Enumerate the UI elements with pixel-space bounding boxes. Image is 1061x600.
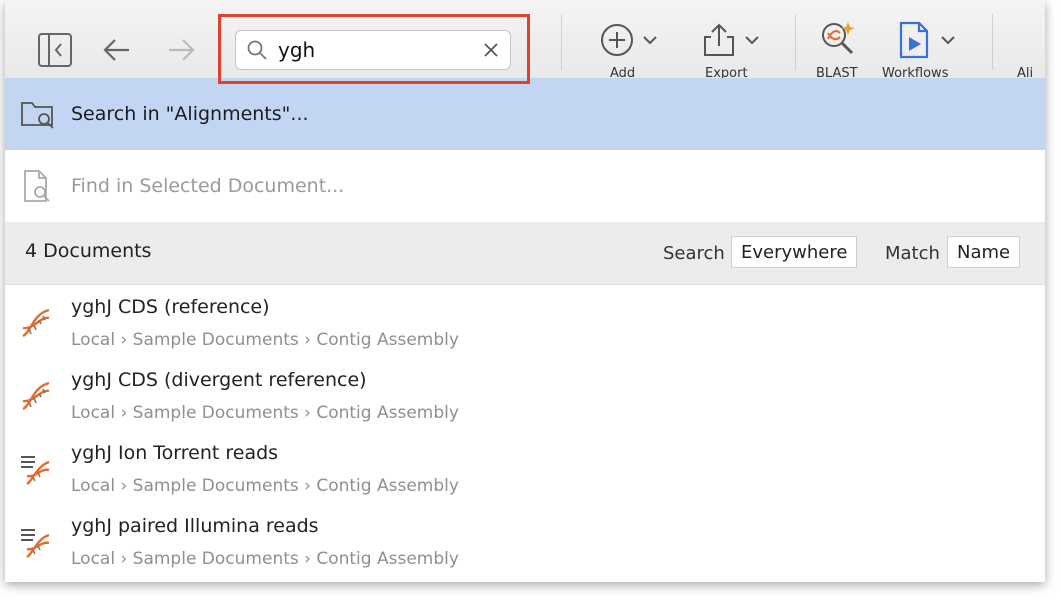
chevron-down-icon xyxy=(745,36,759,45)
forward-button[interactable] xyxy=(163,32,199,68)
chevron-down-icon xyxy=(941,36,955,45)
toolbar-separator xyxy=(561,14,562,70)
results-header: 4 Documents Search Everywhere Match Name xyxy=(5,222,1045,285)
result-item[interactable]: yghJ CDS (divergent reference) Local › S… xyxy=(5,359,1045,432)
arrow-right-icon xyxy=(169,39,195,61)
sequence-list-icon xyxy=(19,452,53,490)
blast-button[interactable] xyxy=(813,16,863,62)
search-in-alignments-option[interactable]: Search in "Alignments"... xyxy=(5,78,1045,150)
toolbar-separator xyxy=(992,14,993,70)
arrow-left-icon xyxy=(103,39,129,61)
result-name: yghJ Ion Torrent reads xyxy=(71,442,279,464)
search-scope-label: Search xyxy=(663,243,725,264)
result-name: yghJ CDS (reference) xyxy=(71,296,270,318)
toolbar-separator xyxy=(795,14,796,70)
search-in-alignments-label: Search in "Alignments"... xyxy=(71,103,309,125)
find-in-selected-document-label: Find in Selected Document... xyxy=(71,175,345,197)
match-label: Match xyxy=(885,243,940,264)
result-path: Local › Sample Documents › Contig Assemb… xyxy=(71,476,459,496)
share-upload-icon xyxy=(704,23,734,56)
app-window: Add Export BLAST xyxy=(5,0,1045,582)
match-dropdown[interactable]: Name xyxy=(947,236,1021,268)
result-name: yghJ CDS (divergent reference) xyxy=(71,369,367,391)
chevron-down-icon xyxy=(643,36,657,45)
result-item[interactable]: yghJ paired Illumina reads Local › Sampl… xyxy=(5,505,1045,578)
add-button[interactable] xyxy=(589,18,669,62)
result-item[interactable]: yghJ CDS (reference) Local › Sample Docu… xyxy=(5,286,1045,359)
workflow-document-icon xyxy=(899,21,929,59)
sequence-list-icon xyxy=(19,525,53,563)
plus-circle-icon xyxy=(601,24,633,56)
result-path: Local › Sample Documents › Contig Assemb… xyxy=(71,330,459,350)
result-item[interactable]: yghJ Ion Torrent reads Local › Sample Do… xyxy=(5,432,1045,505)
document-search-icon xyxy=(19,168,59,204)
dna-sequence-icon xyxy=(19,306,53,344)
back-button[interactable] xyxy=(99,32,135,68)
search-scope-dropdown[interactable]: Everywhere xyxy=(731,236,858,268)
blast-search-icon xyxy=(822,22,855,55)
sidebar-toggle-button[interactable] xyxy=(35,30,75,70)
result-path: Local › Sample Documents › Contig Assemb… xyxy=(71,403,459,423)
result-path: Local › Sample Documents › Contig Assemb… xyxy=(71,549,459,569)
search-highlight-box xyxy=(218,14,530,84)
workflows-button[interactable] xyxy=(885,18,969,62)
result-name: yghJ paired Illumina reads xyxy=(71,515,319,537)
sidebar-toggle-icon xyxy=(38,33,72,67)
results-count: 4 Documents xyxy=(25,240,152,262)
find-in-selected-document-option[interactable]: Find in Selected Document... xyxy=(5,150,1045,223)
dna-sequence-icon xyxy=(19,379,53,417)
export-button[interactable] xyxy=(689,18,773,62)
folder-search-icon xyxy=(19,97,59,131)
